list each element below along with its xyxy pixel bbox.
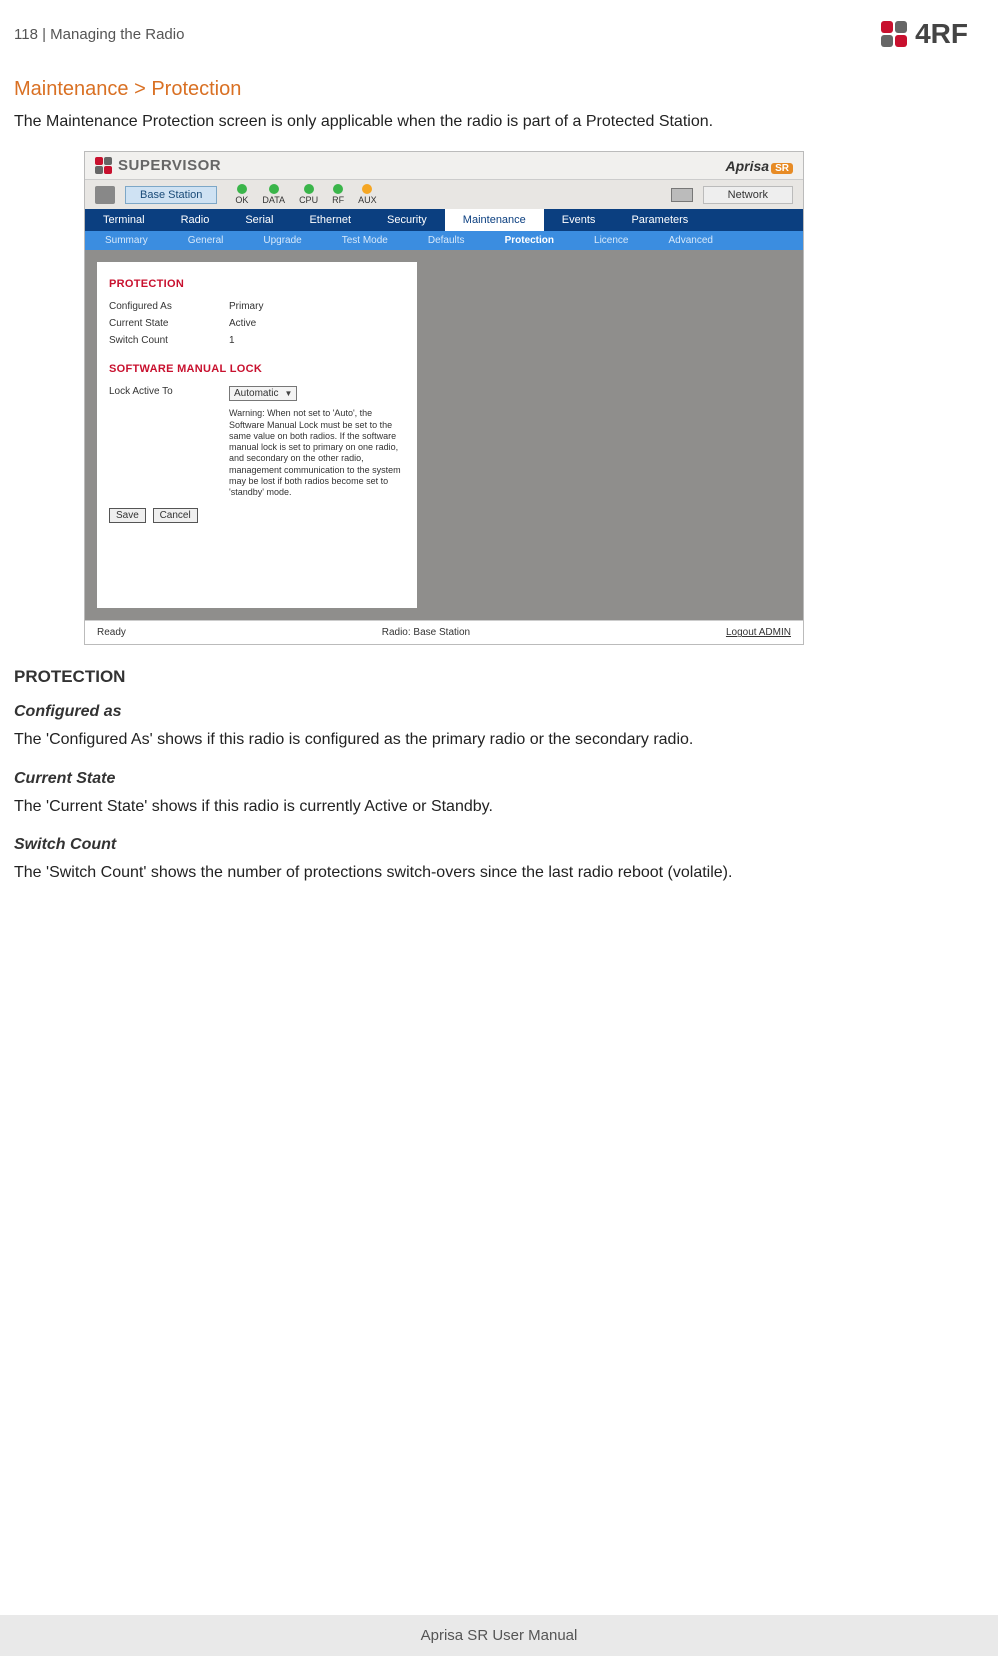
subnav-licence[interactable]: Licence [574, 231, 648, 250]
network-icon [671, 188, 693, 202]
led-rf-icon [333, 184, 343, 194]
current-state-label: Current State [109, 318, 229, 329]
doc-configured-heading: Configured as [14, 703, 984, 721]
doc-configured-paragraph: The 'Configured As' shows if this radio … [14, 729, 984, 751]
subnav-test-mode[interactable]: Test Mode [322, 231, 408, 250]
subnav-protection[interactable]: Protection [485, 231, 574, 250]
network-badge: Network [703, 186, 793, 204]
radio-info: Radio: Base Station [382, 627, 470, 638]
save-button[interactable]: Save [109, 508, 146, 523]
brand-name: 4RF [915, 18, 968, 50]
brand-dots-icon [881, 21, 907, 47]
switch-count-value: 1 [229, 335, 235, 346]
radio-icon [95, 186, 115, 204]
configured-as-value: Primary [229, 301, 263, 312]
page-title: Maintenance > Protection [14, 78, 984, 101]
nav-serial[interactable]: Serial [227, 209, 291, 231]
page-footer: Aprisa SR User Manual [0, 1615, 998, 1656]
nav-terminal[interactable]: Terminal [85, 209, 163, 231]
led-ok-icon [237, 184, 247, 194]
doc-current-heading: Current State [14, 770, 984, 788]
page-header: 118 | Managing the Radio 4RF [0, 0, 998, 60]
doc-current-paragraph: The 'Current State' shows if this radio … [14, 796, 984, 818]
supervisor-screenshot: SUPERVISOR AprisaSR Base Station OK DATA… [84, 151, 804, 645]
doc-switch-heading: Switch Count [14, 836, 984, 854]
subnav-defaults[interactable]: Defaults [408, 231, 485, 250]
supervisor-label: SUPERVISOR [118, 157, 221, 174]
lock-warning-text: Warning: When not set to 'Auto', the Sof… [229, 408, 405, 498]
status-leds: OK DATA CPU RF AUX [235, 184, 376, 205]
main-nav: TerminalRadioSerialEthernetSecurityMaint… [85, 209, 803, 231]
lock-active-select[interactable]: Automatic [229, 386, 297, 401]
led-data-icon [269, 184, 279, 194]
cancel-button[interactable]: Cancel [153, 508, 198, 523]
nav-maintenance[interactable]: Maintenance [445, 209, 544, 231]
brand-dots-icon [95, 157, 112, 174]
current-state-value: Active [229, 318, 256, 329]
logout-link[interactable]: Logout ADMIN [726, 627, 791, 638]
subnav-advanced[interactable]: Advanced [648, 231, 732, 250]
supervisor-body: PROTECTION Configured AsPrimary Current … [85, 250, 803, 620]
protection-panel: PROTECTION Configured AsPrimary Current … [97, 262, 417, 608]
status-text: Ready [97, 627, 126, 638]
led-aux-icon [362, 184, 372, 194]
page-number: 118 [14, 26, 38, 43]
led-cpu-icon [304, 184, 314, 194]
header-left: 118 | Managing the Radio [14, 26, 184, 43]
doc-protection-heading: PROTECTION [14, 667, 984, 687]
nav-events[interactable]: Events [544, 209, 614, 231]
supervisor-footer: Ready Radio: Base Station Logout ADMIN [85, 620, 803, 644]
subnav-summary[interactable]: Summary [85, 231, 168, 250]
subnav-general[interactable]: General [168, 231, 244, 250]
subnav-upgrade[interactable]: Upgrade [243, 231, 321, 250]
nav-ethernet[interactable]: Ethernet [291, 209, 369, 231]
product-logo: AprisaSR [726, 158, 793, 174]
protection-header: PROTECTION [109, 278, 405, 290]
nav-parameters[interactable]: Parameters [613, 209, 706, 231]
configured-as-label: Configured As [109, 301, 229, 312]
supervisor-brand: SUPERVISOR [95, 157, 221, 174]
brand-logo: 4RF [881, 18, 968, 50]
sub-nav: SummaryGeneralUpgradeTest ModeDefaultsPr… [85, 231, 803, 250]
switch-count-label: Switch Count [109, 335, 229, 346]
status-bar: Base Station OK DATA CPU RF AUX Network [85, 180, 803, 209]
section-title: Managing the Radio [50, 26, 184, 43]
lock-active-label: Lock Active To [109, 386, 229, 401]
intro-paragraph: The Maintenance Protection screen is onl… [14, 111, 984, 133]
nav-radio[interactable]: Radio [163, 209, 228, 231]
supervisor-header: SUPERVISOR AprisaSR [85, 152, 803, 180]
station-badge: Base Station [125, 186, 217, 204]
doc-switch-paragraph: The 'Switch Count' shows the number of p… [14, 862, 984, 884]
lock-header: SOFTWARE MANUAL LOCK [109, 363, 405, 375]
nav-security[interactable]: Security [369, 209, 445, 231]
